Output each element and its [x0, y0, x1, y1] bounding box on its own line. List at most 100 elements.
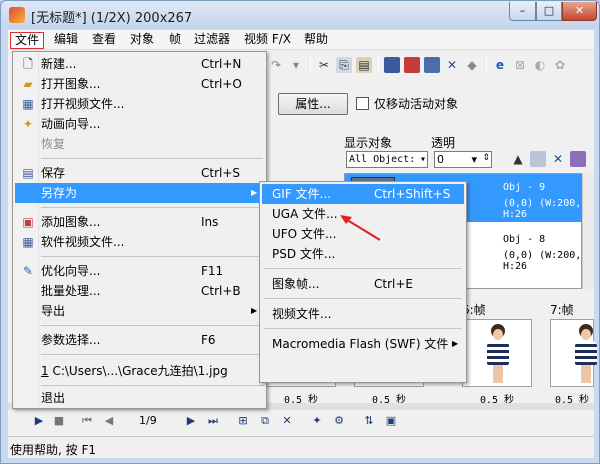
menu-item-flash[interactable]: Macromedia Flash (SWF) 文件 ▶ — [262, 334, 464, 354]
crop-icon[interactable]: ✕ — [444, 57, 460, 73]
wizard-icon: ✦ — [22, 117, 34, 131]
frame-thumbnail[interactable] — [462, 319, 532, 387]
menu-item-animation-wizard[interactable]: ✦ 动画向导... — [15, 114, 264, 134]
save-icon: ▤ — [22, 166, 34, 180]
toolbar: ↷ ▾ ✂ ⎘ ▤ ✕ ◆ e ⊠ ◐ ✿ — [258, 52, 594, 78]
frame-image — [573, 324, 599, 384]
duplicate-frame-icon[interactable]: ⧉ — [258, 414, 272, 428]
menu-item-recent-file[interactable]: 1 C:\Users\...\Grace九连拍\1.jpg — [15, 361, 264, 381]
toolbar-separator — [486, 56, 487, 74]
menu-object[interactable]: 对象 — [126, 32, 158, 49]
play-icon[interactable]: ▶ — [32, 414, 46, 428]
menu-item-add-image[interactable]: ▣ 添加图象... Ins — [15, 212, 264, 232]
menu-item-preferences[interactable]: 参数选择... F6 — [15, 330, 264, 350]
app-window: [无标题*] (1/2X) 200x267 – □ ✕ 文件 编辑 查看 对象 … — [0, 0, 600, 464]
frame-label: 7:帧 — [550, 303, 574, 317]
move-active-only-checkbox[interactable] — [356, 97, 369, 110]
frame-image — [485, 324, 511, 384]
effect-icon[interactable]: ⊠ — [512, 57, 528, 73]
menu-item-frame-image[interactable]: 图象帧... Ctrl+E — [262, 274, 464, 294]
cut-icon[interactable]: ✂ — [316, 57, 332, 73]
menu-separator — [41, 207, 263, 208]
menu-item-open-image[interactable]: ▰ 打开图象... Ctrl+O — [15, 74, 264, 94]
object-up-icon[interactable]: ▲ — [510, 151, 526, 167]
menu-separator — [41, 256, 263, 257]
menu-item-batch[interactable]: 批量处理... Ctrl+B — [15, 281, 264, 301]
spin-icon: ⇕ — [482, 153, 490, 163]
optimize-icon[interactable]: ✦ — [310, 414, 324, 428]
properties-button[interactable]: 属性... — [278, 93, 348, 115]
maximize-button[interactable]: □ — [536, 2, 562, 21]
menu-separator — [264, 268, 462, 269]
chevron-down-icon: ▾ — [471, 153, 477, 166]
client-area: 文件 编辑 查看 对象 帧 过滤器 视频 F/X 帮助 ↷ ▾ ✂ ⎘ ▤ ✕ … — [8, 30, 597, 458]
add-image-icon: ▣ — [22, 215, 34, 229]
delete-frame-icon[interactable]: ✕ — [280, 414, 294, 428]
menu-filter[interactable]: 过滤器 — [190, 32, 234, 49]
app-icon[interactable] — [9, 7, 25, 23]
status-bar: 使用帮助, 按 F1 — [8, 436, 594, 458]
menu-item-video[interactable]: 视频文件... — [262, 304, 464, 324]
opacity-spinner[interactable]: 0 ▾ ⇕ — [434, 151, 492, 168]
filter-icon[interactable]: ◐ — [532, 57, 548, 73]
menu-item-export[interactable]: 导出 ▶ — [15, 301, 264, 321]
display-objects-select[interactable]: All Object: ▾ — [346, 151, 428, 168]
frame-thumbnail[interactable] — [550, 319, 597, 387]
video-file-icon: ▦ — [22, 97, 34, 111]
title-bar[interactable]: [无标题*] (1/2X) 200x267 – □ ✕ — [1, 1, 599, 29]
redo-icon[interactable]: ↷ — [268, 57, 284, 73]
menu-item-optimize-wizard[interactable]: ✎ 优化向导... F11 — [15, 261, 264, 281]
minimize-button[interactable]: – — [509, 2, 536, 21]
menu-edit[interactable]: 编辑 — [50, 32, 82, 49]
shape-icon[interactable]: ◆ — [464, 57, 480, 73]
menu-file[interactable]: 文件 — [10, 32, 45, 49]
menu-video-fx[interactable]: 视频 F/X — [240, 32, 295, 49]
menu-item-exit[interactable]: 退出 — [15, 388, 264, 408]
object-merge-icon[interactable] — [570, 151, 586, 167]
submenu-arrow-icon: ▶ — [251, 188, 258, 197]
menu-help[interactable]: 帮助 — [300, 32, 332, 49]
submenu-arrow-icon: ▶ — [251, 306, 258, 315]
close-button[interactable]: ✕ — [562, 2, 597, 21]
last-frame-icon[interactable]: ⏭ — [206, 414, 220, 428]
menu-item-new[interactable]: 🗋 新建... Ctrl+N — [15, 54, 264, 74]
first-frame-icon[interactable]: ⏮ — [80, 414, 94, 428]
paste-icon[interactable]: ▤ — [356, 57, 372, 73]
menu-separator — [264, 298, 462, 299]
display-objects-label: 显示对象 — [344, 136, 393, 150]
object-list-scrollbar[interactable] — [582, 173, 594, 289]
menu-item-psd[interactable]: PSD 文件... — [262, 244, 464, 264]
menu-item-save[interactable]: ▤ 保存 Ctrl+S — [15, 163, 264, 183]
frame-icon[interactable] — [384, 57, 400, 73]
reverse-icon[interactable]: ⇅ — [362, 414, 376, 428]
menu-separator — [264, 328, 462, 329]
toolbar-separator — [378, 56, 379, 74]
object-info: (0,0) (W:200, H:26 — [503, 198, 582, 220]
object-delete-icon[interactable]: ✕ — [550, 151, 566, 167]
stop-icon[interactable]: ■ — [52, 414, 66, 428]
object-info: (0,0) (W:200, H:26 — [503, 250, 582, 272]
menu-item-open-video[interactable]: ▦ 打开视频文件... — [15, 94, 264, 114]
menu-item-gif[interactable]: GIF 文件... Ctrl+Shift+S — [262, 184, 464, 204]
object-copy-icon[interactable] — [530, 151, 546, 167]
video-file-icon: ▦ — [22, 235, 34, 249]
delete-frame-icon[interactable] — [404, 57, 420, 73]
wizard-icon[interactable]: ✿ — [552, 57, 568, 73]
next-frame-icon[interactable]: ▶ — [184, 414, 198, 428]
add-frame-icon[interactable]: ⊞ — [236, 414, 250, 428]
properties-icon[interactable]: ⚙ — [332, 414, 346, 428]
menu-bar: 文件 编辑 查看 对象 帧 过滤器 视频 F/X 帮助 — [8, 30, 594, 50]
frame-counter: 1/9 — [139, 414, 157, 427]
menu-item-restore: 恢复 — [41, 137, 66, 151]
status-text: 使用帮助, 按 F1 — [10, 443, 96, 457]
duplicate-frame-icon[interactable] — [424, 57, 440, 73]
prev-frame-icon[interactable]: ◀ — [102, 414, 116, 428]
frame-panel-icon[interactable]: ▣ — [384, 414, 398, 428]
menu-view[interactable]: 查看 — [88, 32, 120, 49]
menu-frame[interactable]: 帧 — [165, 32, 185, 49]
dropdown-arrow-icon[interactable]: ▾ — [288, 57, 304, 73]
browser-preview-icon[interactable]: e — [492, 57, 508, 73]
menu-item-software-video[interactable]: ▦ 软件视频文件... — [15, 232, 264, 252]
menu-item-save-as[interactable]: 另存为 ▶ — [15, 183, 264, 203]
copy-icon[interactable]: ⎘ — [336, 57, 352, 73]
